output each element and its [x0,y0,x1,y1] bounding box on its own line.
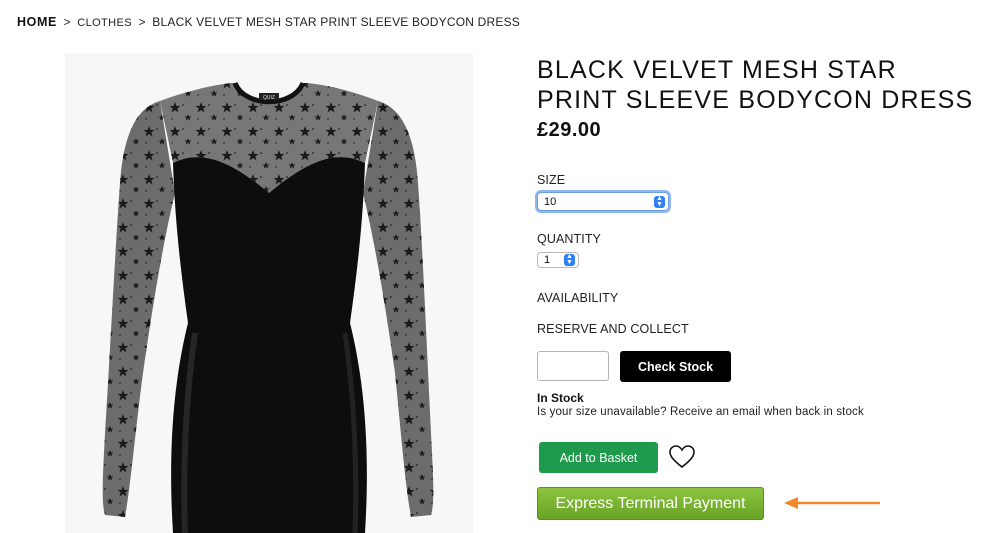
quantity-value: 1 [544,254,551,266]
stock-status: In Stock [537,391,584,405]
product-image[interactable]: QUIZ [65,53,473,533]
add-to-basket-button[interactable]: Add to Basket [539,442,658,473]
brand-tag-label: QUIZ [263,95,275,101]
availability-label: AVAILABILITY [537,291,619,305]
quantity-select[interactable]: 1 ▲ ▼ [537,252,579,268]
dress-illustration: QUIZ [65,53,473,533]
product-page: HOME > CLOTHES > BLACK VELVET MESH STAR … [0,0,986,533]
express-terminal-payment-button[interactable]: Express Terminal Payment [537,487,764,520]
chevron-up-down-icon: ▲ ▼ [564,253,575,266]
annotation-arrow-icon [784,497,880,509]
breadcrumb-clothes-link[interactable]: CLOTHES [77,17,132,29]
check-stock-button[interactable]: Check Stock [620,351,731,382]
size-label: SIZE [537,173,566,187]
size-value: 10 [544,195,557,208]
breadcrumb-separator: > [138,15,146,29]
back-in-stock-link[interactable]: Is your size unavailable? Receive an ema… [537,406,864,418]
breadcrumb-current: BLACK VELVET MESH STAR PRINT SLEEVE BODY… [152,15,520,29]
quantity-label: QUANTITY [537,232,601,246]
size-select[interactable]: 10 ▲ ▼ [537,192,669,211]
breadcrumb: HOME > CLOTHES > BLACK VELVET MESH STAR … [17,15,520,29]
reserve-collect-label: RESERVE AND COLLECT [537,322,689,336]
wishlist-heart-icon[interactable] [668,444,696,470]
breadcrumb-home-link[interactable]: HOME [17,15,57,29]
breadcrumb-separator: > [63,15,71,29]
chevron-up-down-icon: ▲ ▼ [654,195,665,208]
product-price: £29.00 [537,119,602,141]
product-title: BLACK VELVET MESH STAR PRINT SLEEVE BODY… [537,56,974,114]
postcode-input[interactable] [537,351,609,381]
